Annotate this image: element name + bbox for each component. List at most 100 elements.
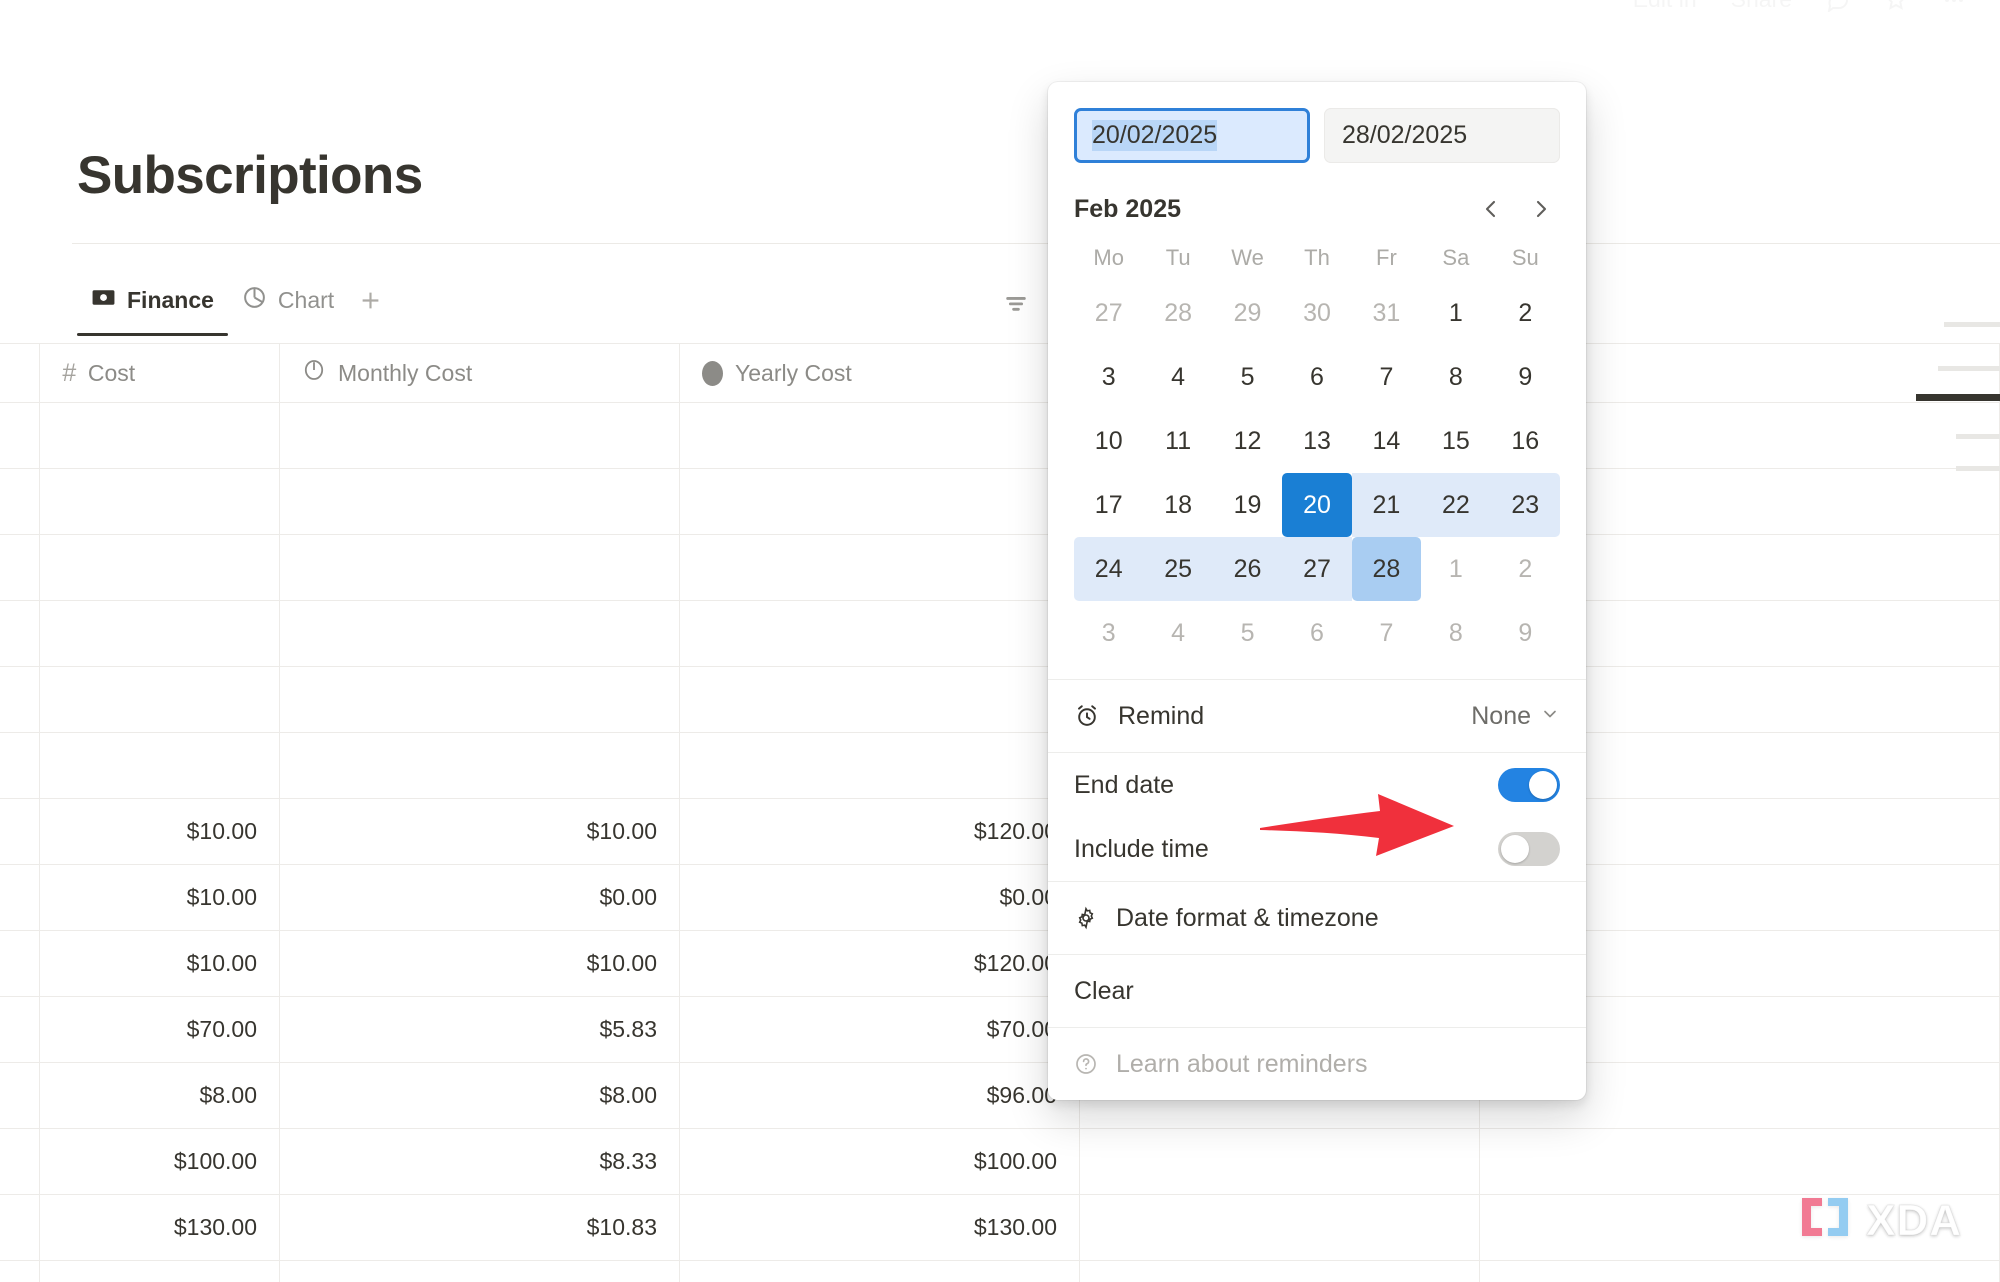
- cell-cost[interactable]: [40, 469, 280, 534]
- cell-monthly-cost[interactable]: $10.00: [280, 799, 680, 864]
- cell-cost[interactable]: [40, 667, 280, 732]
- cell-cost[interactable]: $70.00: [40, 997, 280, 1062]
- cell-monthly-cost[interactable]: $5.83: [280, 997, 680, 1062]
- cell-yearly-cost[interactable]: [680, 469, 1080, 534]
- calendar-day-6[interactable]: 6: [1282, 345, 1351, 409]
- row-gutter[interactable]: [0, 667, 40, 732]
- remind-row[interactable]: Remind None: [1048, 680, 1586, 752]
- calendar-day-25[interactable]: 25: [1143, 537, 1213, 601]
- end-date-toggle[interactable]: [1498, 768, 1560, 802]
- calendar-day-30[interactable]: 30: [1282, 281, 1351, 345]
- include-time-toggle[interactable]: [1498, 832, 1560, 866]
- cell-monthly-cost[interactable]: [280, 1261, 680, 1282]
- cell-yearly-cost[interactable]: $100.00: [680, 1129, 1080, 1194]
- cell-yearly-cost[interactable]: $120.00: [680, 799, 1080, 864]
- row-gutter[interactable]: [0, 733, 40, 798]
- cell-cost[interactable]: $100.00: [40, 1129, 280, 1194]
- cell-yearly-cost[interactable]: [680, 403, 1080, 468]
- cell-yearly-cost[interactable]: [680, 1261, 1080, 1282]
- calendar-day-22[interactable]: 22: [1421, 473, 1491, 537]
- calendar-day-12[interactable]: 12: [1213, 409, 1282, 473]
- column-header-yearly-cost[interactable]: Yearly Cost: [680, 344, 1080, 402]
- end-date-input[interactable]: 28/02/2025: [1324, 108, 1560, 163]
- toolbar-edit-in[interactable]: Edit in: [1633, 0, 1697, 13]
- cell-extra-a[interactable]: [1080, 1261, 1480, 1282]
- calendar-day-27[interactable]: 27: [1074, 281, 1143, 345]
- cell-cost[interactable]: [40, 1261, 280, 1282]
- calendar-day-3[interactable]: 3: [1074, 601, 1143, 665]
- row-gutter[interactable]: [0, 799, 40, 864]
- calendar-day-19[interactable]: 19: [1213, 473, 1282, 537]
- cell-monthly-cost[interactable]: [280, 469, 680, 534]
- row-gutter[interactable]: [0, 403, 40, 468]
- calendar-day-23[interactable]: 23: [1490, 473, 1560, 537]
- row-gutter[interactable]: [0, 1195, 40, 1260]
- remind-value-group[interactable]: None: [1471, 702, 1560, 731]
- calendar-day-28[interactable]: 28: [1143, 281, 1212, 345]
- calendar-day-3[interactable]: 3: [1074, 345, 1143, 409]
- row-gutter[interactable]: [0, 535, 40, 600]
- cell-yearly-cost[interactable]: [680, 733, 1080, 798]
- calendar-day-15[interactable]: 15: [1421, 409, 1490, 473]
- start-date-input[interactable]: 20/02/2025: [1074, 108, 1310, 163]
- calendar-day-7[interactable]: 7: [1352, 601, 1421, 665]
- learn-about-reminders-row[interactable]: Learn about reminders: [1048, 1028, 1586, 1100]
- calendar-day-2[interactable]: 2: [1491, 281, 1560, 345]
- column-header-cost[interactable]: # Cost: [40, 344, 280, 402]
- date-format-timezone-row[interactable]: Date format & timezone: [1048, 882, 1586, 954]
- chevron-left-icon[interactable]: [1472, 190, 1510, 228]
- calendar-day-6[interactable]: 6: [1282, 601, 1351, 665]
- cell-monthly-cost[interactable]: $8.00: [280, 1063, 680, 1128]
- calendar-day-5[interactable]: 5: [1213, 345, 1282, 409]
- cell-extra-a[interactable]: [1080, 1195, 1480, 1260]
- calendar-day-1[interactable]: 1: [1421, 281, 1490, 345]
- calendar-day-26[interactable]: 26: [1212, 537, 1283, 601]
- cell-monthly-cost[interactable]: [280, 535, 680, 600]
- cell-yearly-cost[interactable]: $130.00: [680, 1195, 1080, 1260]
- cell-cost[interactable]: $10.00: [40, 931, 280, 996]
- calendar-day-4[interactable]: 4: [1143, 601, 1212, 665]
- include-time-row[interactable]: Include time: [1048, 817, 1586, 881]
- cell-cost[interactable]: $10.00: [40, 865, 280, 930]
- calendar-day-10[interactable]: 10: [1074, 409, 1143, 473]
- cell-cost[interactable]: [40, 733, 280, 798]
- column-header-monthly-cost[interactable]: Monthly Cost: [280, 344, 680, 402]
- calendar-day-11[interactable]: 11: [1143, 409, 1212, 473]
- cell-extra-b[interactable]: [1480, 1261, 2000, 1282]
- cell-cost[interactable]: [40, 403, 280, 468]
- cell-monthly-cost[interactable]: $10.00: [280, 931, 680, 996]
- row-gutter[interactable]: [0, 601, 40, 666]
- cell-extra-b[interactable]: [1480, 1129, 2000, 1194]
- star-icon[interactable]: [1884, 0, 1908, 12]
- calendar-day-8[interactable]: 8: [1421, 601, 1490, 665]
- calendar-day-14[interactable]: 14: [1352, 409, 1421, 473]
- calendar-day-24[interactable]: 24: [1074, 537, 1144, 601]
- row-gutter[interactable]: [0, 1063, 40, 1128]
- calendar-day-28[interactable]: 28: [1351, 537, 1422, 601]
- calendar-day-21[interactable]: 21: [1351, 473, 1422, 537]
- cell-yearly-cost[interactable]: $70.00: [680, 997, 1080, 1062]
- cell-yearly-cost[interactable]: [680, 535, 1080, 600]
- cell-cost[interactable]: $10.00: [40, 799, 280, 864]
- tab-finance[interactable]: Finance: [77, 272, 228, 336]
- row-gutter[interactable]: [0, 1129, 40, 1194]
- calendar-day-16[interactable]: 16: [1491, 409, 1560, 473]
- cell-monthly-cost[interactable]: $8.33: [280, 1129, 680, 1194]
- row-gutter[interactable]: [0, 997, 40, 1062]
- cell-extra-a[interactable]: [1080, 1129, 1480, 1194]
- calendar-day-17[interactable]: 17: [1074, 473, 1143, 537]
- calendar-day-8[interactable]: 8: [1421, 345, 1490, 409]
- filter-icon[interactable]: [996, 285, 1036, 321]
- cell-yearly-cost[interactable]: $0.00: [680, 865, 1080, 930]
- cell-monthly-cost[interactable]: [280, 403, 680, 468]
- cell-cost[interactable]: $8.00: [40, 1063, 280, 1128]
- cell-monthly-cost[interactable]: [280, 667, 680, 732]
- toolbar-share[interactable]: Share: [1731, 0, 1792, 13]
- calendar-day-29[interactable]: 29: [1213, 281, 1282, 345]
- cell-cost[interactable]: [40, 535, 280, 600]
- calendar-day-5[interactable]: 5: [1213, 601, 1282, 665]
- row-gutter[interactable]: [0, 1261, 40, 1282]
- calendar-day-2[interactable]: 2: [1491, 537, 1560, 601]
- calendar-day-27[interactable]: 27: [1282, 537, 1352, 601]
- add-view-button[interactable]: [348, 272, 392, 328]
